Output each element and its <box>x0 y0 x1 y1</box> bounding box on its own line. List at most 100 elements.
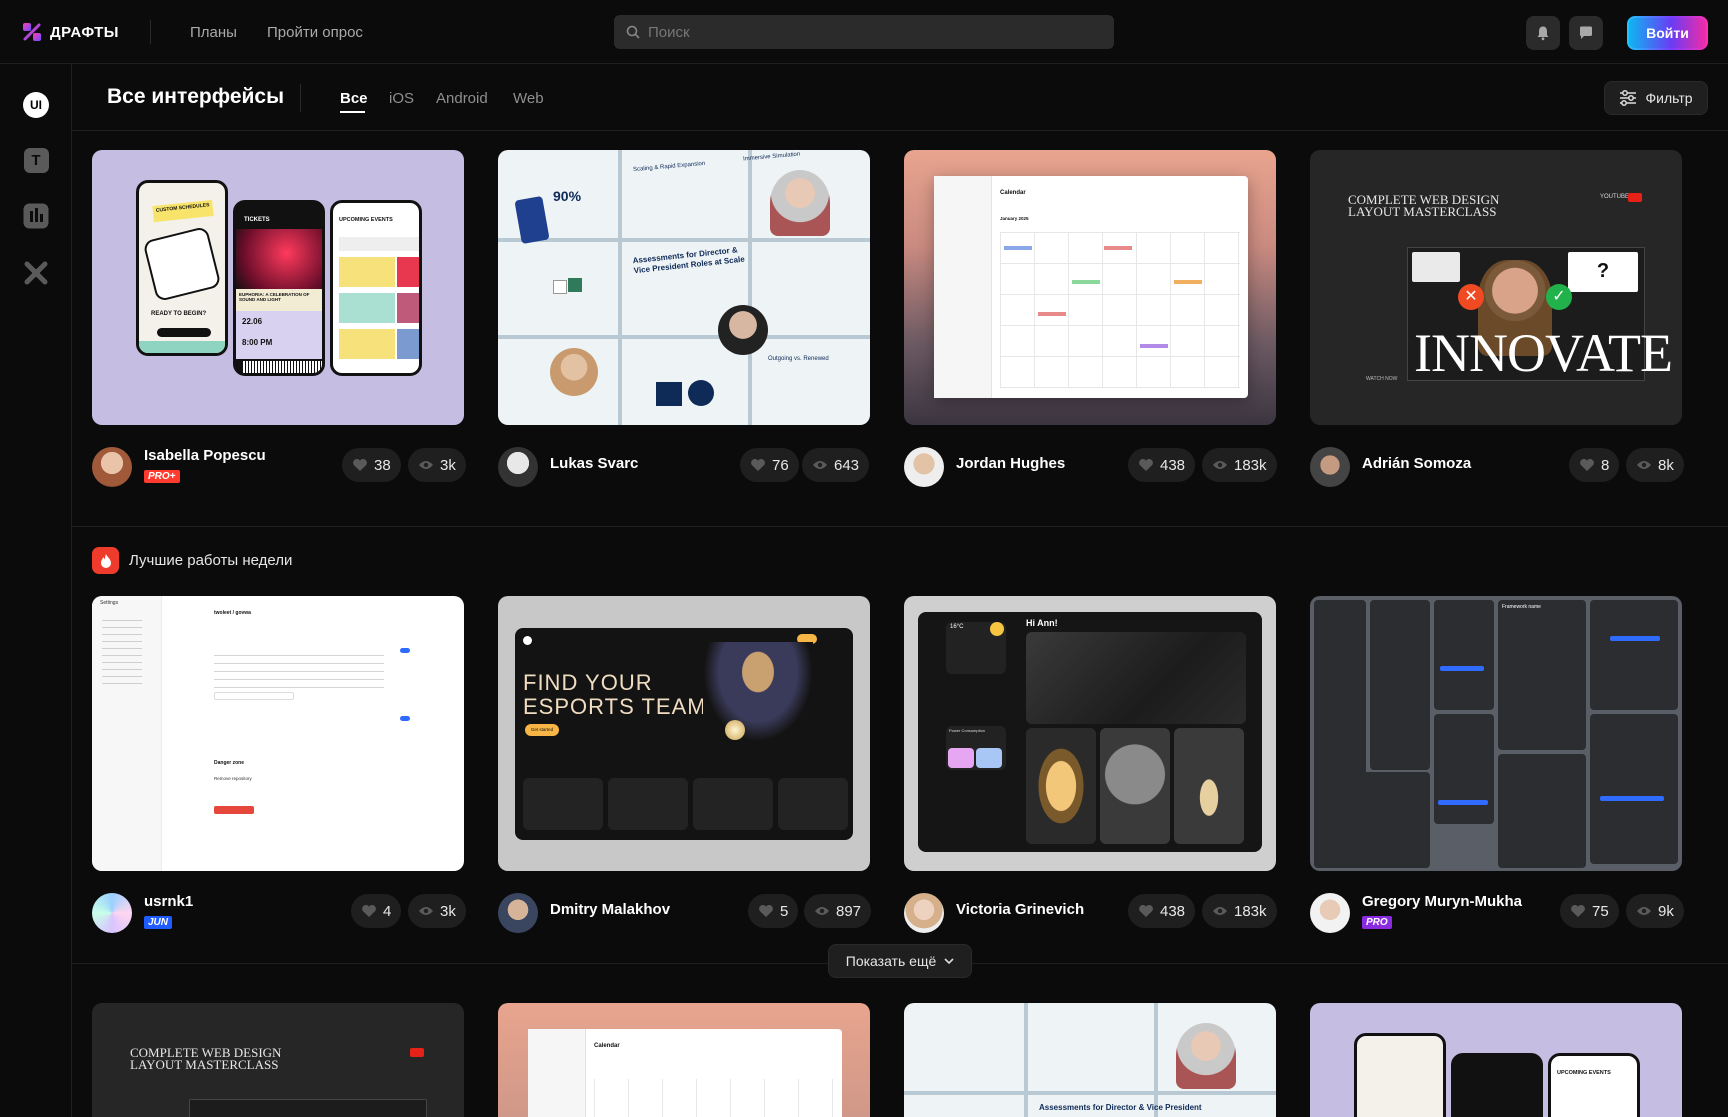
author-name[interactable]: Gregory Muryn-Mukha <box>1362 893 1522 910</box>
person-photo <box>718 305 768 355</box>
tournament-card <box>608 778 688 830</box>
thumb-text: COMPLETE WEB DESIGN LAYOUT MASTERCLASS <box>130 1045 282 1072</box>
grid-line <box>904 1091 1276 1095</box>
author-name[interactable]: Lukas Svarc <box>550 455 638 472</box>
avatar[interactable] <box>904 447 944 487</box>
pro-plus-badge: PRO+ <box>144 470 180 483</box>
design-card[interactable]: Calendar <box>498 1003 870 1117</box>
login-button[interactable]: Войти <box>1627 16 1708 50</box>
author-name[interactable]: Jordan Hughes <box>956 455 1065 472</box>
search-box[interactable] <box>614 15 1114 49</box>
design-card[interactable]: UPCOMING EVENTS <box>1310 1003 1682 1117</box>
sidebar-item-tools[interactable] <box>22 259 50 287</box>
likes-button[interactable]: 38 <box>342 448 401 482</box>
filter-button[interactable]: Фильтр <box>1604 81 1708 115</box>
author-name[interactable]: Isabella Popescu <box>144 447 266 464</box>
app-sidebar <box>528 1029 586 1117</box>
card-thumbnail[interactable]: COMPLETE WEB DESIGN LAYOUT MASTERCLASS <box>92 1003 464 1117</box>
tab-web[interactable]: Web <box>513 90 544 107</box>
fire-icon <box>92 547 119 574</box>
search-input[interactable] <box>648 23 1088 41</box>
avatar[interactable] <box>92 447 132 487</box>
card-thumbnail[interactable]: Framework name <box>1310 596 1682 871</box>
nav-survey[interactable]: Пройти опрос <box>267 24 363 41</box>
views-count: 3k <box>440 456 456 474</box>
card-thumbnail[interactable]: 90% Scaling & Rapid Expansion Immersive … <box>498 150 870 425</box>
sidebar-item-charts[interactable] <box>22 202 50 230</box>
primary-button <box>1440 666 1484 671</box>
design-card[interactable]: Settings twoleet / govwa Danger zone Rem… <box>92 596 466 948</box>
avatar[interactable] <box>1310 447 1350 487</box>
date-strip <box>339 237 419 251</box>
design-card[interactable]: Calendar January 2025 Jordan Hughes 438 … <box>904 150 1277 502</box>
design-card[interactable]: CUSTOM SCHEDULES READY TO BEGIN? TICKETS… <box>92 150 466 502</box>
phone-mockup: UPCOMING EVENTS <box>1548 1053 1640 1117</box>
nav-plans[interactable]: Планы <box>190 24 237 41</box>
thumb-text: Assessments for Director & Vice Presiden… <box>1039 1103 1202 1112</box>
card-thumbnail[interactable]: CUSTOM SCHEDULES READY TO BEGIN? TICKETS… <box>92 150 464 425</box>
thumb-text: INNOVATE <box>1414 323 1673 383</box>
likes-button[interactable]: 438 <box>1128 448 1196 482</box>
avatar[interactable] <box>1310 893 1350 933</box>
sidebar-item-ui[interactable]: UI <box>22 91 50 119</box>
card-thumbnail[interactable]: COMPLETE WEB DESIGN LAYOUT MASTERCLASS Y… <box>1310 150 1682 425</box>
likes-button[interactable]: 4 <box>351 894 402 928</box>
thumb-text: Settings <box>100 600 119 606</box>
design-card[interactable]: Framework name Gregory Muryn-Mukha PRO 7… <box>1310 596 1684 948</box>
author-name[interactable]: Adrián Somoza <box>1362 455 1471 472</box>
tab-all[interactable]: Все <box>340 90 368 107</box>
person-photo <box>550 348 598 396</box>
card-thumbnail[interactable]: 16°C Power Consumption Hi Ann! <box>904 596 1276 871</box>
card-thumbnail[interactable]: Assessments for Director & Vice Presiden… <box>904 1003 1276 1117</box>
danger-button <box>214 806 254 814</box>
likes-button[interactable]: 5 <box>748 894 799 928</box>
event-photo <box>397 257 419 287</box>
logo[interactable]: ДРАФТЫ <box>22 22 119 42</box>
filter-label: Фильтр <box>1645 90 1693 106</box>
card-thumbnail[interactable]: Settings twoleet / govwa Danger zone Rem… <box>92 596 464 871</box>
card-thumbnail[interactable]: Calendar January 2025 <box>904 150 1276 425</box>
event-chip <box>1174 280 1202 284</box>
messages-button[interactable] <box>1569 16 1603 50</box>
design-card[interactable]: Assessments for Director & Vice Presiden… <box>904 1003 1276 1117</box>
design-card[interactable]: COMPLETE WEB DESIGN LAYOUT MASTERCLASS Y… <box>1310 150 1684 502</box>
thumb-text: TICKETS <box>244 217 270 223</box>
tab-ios[interactable]: iOS <box>389 90 414 107</box>
design-card[interactable]: COMPLETE WEB DESIGN LAYOUT MASTERCLASS <box>92 1003 464 1117</box>
avatar[interactable] <box>498 447 538 487</box>
panel <box>1314 772 1430 868</box>
author-name[interactable]: Victoria Grinevich <box>956 901 1084 918</box>
views-count: 897 <box>836 902 862 920</box>
likes-count: 8 <box>1601 456 1610 474</box>
design-card[interactable]: 16°C Power Consumption Hi Ann! Victoria … <box>904 596 1277 948</box>
barcode <box>242 361 322 373</box>
likes-count: 4 <box>383 902 392 920</box>
thumb-text: ? <box>1568 252 1638 292</box>
phone-illustration <box>514 195 550 245</box>
character-art <box>703 642 813 742</box>
design-card[interactable]: 90% Scaling & Rapid Expansion Immersive … <box>498 150 870 502</box>
grid-line <box>498 238 870 242</box>
avatar[interactable] <box>904 893 944 933</box>
illustration <box>142 225 222 303</box>
author-name[interactable]: Dmitry Malakhov <box>550 901 670 918</box>
design-card[interactable]: FIND YOUR ESPORTS TEAM Get started Dmitr… <box>498 596 872 948</box>
card-thumbnail[interactable]: FIND YOUR ESPORTS TEAM Get started <box>498 596 870 871</box>
avatar[interactable] <box>92 893 132 933</box>
event-photo <box>397 329 419 359</box>
panel <box>1590 714 1678 864</box>
likes-button[interactable]: 75 <box>1560 894 1619 928</box>
author-name[interactable]: usrnk1 <box>144 893 193 910</box>
notifications-button[interactable] <box>1526 16 1560 50</box>
likes-button[interactable]: 8 <box>1569 448 1620 482</box>
likes-button[interactable]: 76 <box>740 448 799 482</box>
card-thumbnail[interactable]: UPCOMING EVENTS <box>1310 1003 1682 1117</box>
show-more-button[interactable]: Показать ещё <box>828 944 972 978</box>
likes-button[interactable]: 438 <box>1128 894 1196 928</box>
sidebar-item-text[interactable]: T <box>22 146 50 174</box>
thumb-text: 16°C <box>950 624 964 630</box>
tab-android[interactable]: Android <box>436 90 488 107</box>
card-thumbnail[interactable]: Calendar <box>498 1003 870 1117</box>
avatar[interactable] <box>498 893 538 933</box>
phone-mockup: CUSTOM SCHEDULES READY TO BEGIN? <box>136 180 228 356</box>
